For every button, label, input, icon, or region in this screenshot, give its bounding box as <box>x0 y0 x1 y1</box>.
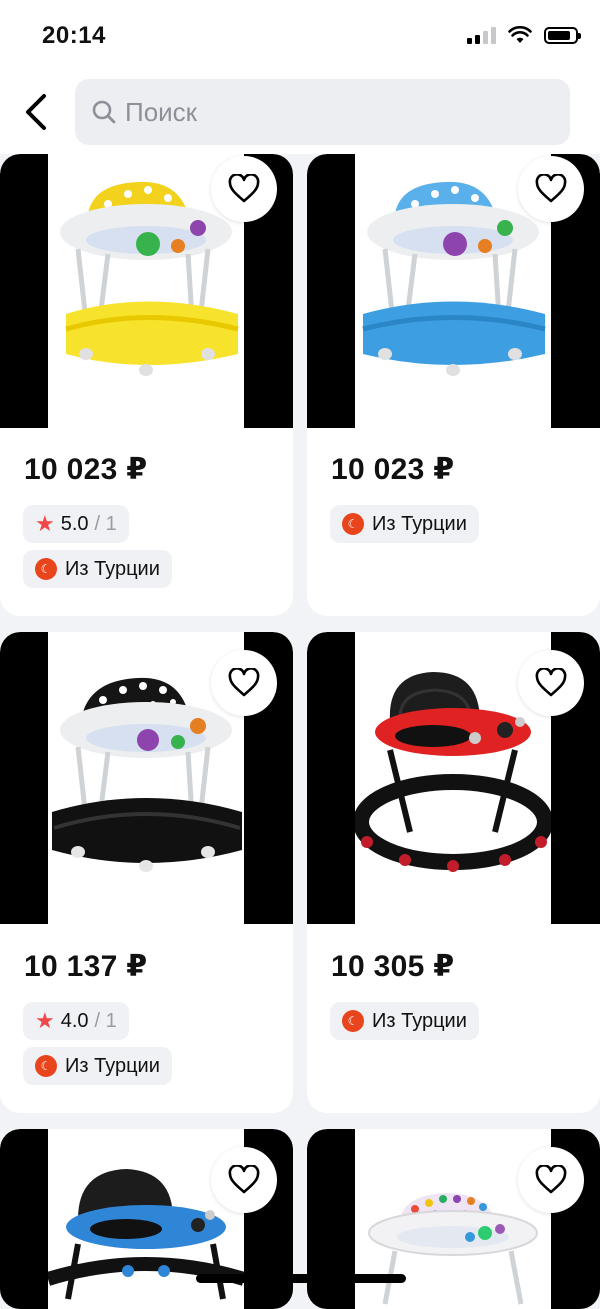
product-card[interactable]: 10 305 ₽ ☾ Из Турции <box>307 632 600 1113</box>
product-card[interactable]: 10 023 ₽ ★ 5.0 / 1 ☾ Из Турции <box>0 154 293 616</box>
product-card[interactable]: 10 023 ₽ ☾ Из Турции <box>307 154 600 616</box>
chevron-left-icon <box>26 94 46 130</box>
product-image[interactable] <box>0 632 293 924</box>
top-bar: Поиск <box>0 70 600 154</box>
favorite-button[interactable] <box>518 156 584 222</box>
review-count: / 1 <box>94 1009 117 1032</box>
origin-label: Из Турции <box>372 1009 467 1032</box>
review-count: / 1 <box>94 512 117 535</box>
rating-value: 4.0 <box>60 1009 89 1032</box>
origin-label: Из Турции <box>372 512 467 535</box>
home-indicator[interactable] <box>196 1274 406 1283</box>
heart-icon <box>535 668 567 697</box>
product-image[interactable] <box>0 154 293 428</box>
back-button[interactable] <box>14 90 58 134</box>
star-icon: ★ <box>35 1008 55 1033</box>
search-placeholder: Поиск <box>125 96 198 127</box>
product-price: 10 023 ₽ <box>331 453 455 486</box>
heart-icon <box>228 1165 260 1194</box>
origin-badge: ☾ Из Турции <box>330 505 479 543</box>
status-time: 20:14 <box>42 22 106 49</box>
star-icon: ★ <box>35 511 55 536</box>
rating-value: 5.0 <box>60 512 89 535</box>
search-icon <box>92 100 116 124</box>
status-bar: 20:14 <box>0 0 600 70</box>
origin-badge: ☾ Из Турции <box>23 1047 172 1085</box>
origin-label: Из Турции <box>65 557 160 580</box>
battery-icon <box>544 26 581 44</box>
product-image[interactable] <box>307 154 600 428</box>
wifi-icon <box>508 26 532 43</box>
favorite-button[interactable] <box>211 1147 277 1213</box>
signal-icon <box>467 26 496 44</box>
origin-label: Из Турции <box>65 1054 160 1077</box>
product-card[interactable]: 10 137 ₽ ★ 4.0 / 1 ☾ Из Турции <box>0 632 293 1113</box>
origin-badge: ☾ Из Турции <box>330 1002 479 1040</box>
rating-badge: ★ 4.0 / 1 <box>23 1002 129 1040</box>
turkey-flag-icon: ☾ <box>342 1010 364 1032</box>
turkey-flag-icon: ☾ <box>35 1055 57 1077</box>
product-price: 10 137 ₽ <box>24 950 148 983</box>
favorite-button[interactable] <box>518 650 584 716</box>
favorite-button[interactable] <box>518 1147 584 1213</box>
rating-badge: ★ 5.0 / 1 <box>23 505 129 543</box>
favorite-button[interactable] <box>211 650 277 716</box>
heart-icon <box>535 174 567 203</box>
product-price: 10 305 ₽ <box>331 950 455 983</box>
product-price: 10 023 ₽ <box>24 453 148 486</box>
heart-icon <box>228 174 260 203</box>
heart-icon <box>228 668 260 697</box>
search-input[interactable]: Поиск <box>75 79 570 145</box>
origin-badge: ☾ Из Турции <box>23 550 172 588</box>
turkey-flag-icon: ☾ <box>35 558 57 580</box>
status-icons <box>467 26 581 44</box>
heart-icon <box>535 1165 567 1194</box>
favorite-button[interactable] <box>211 156 277 222</box>
turkey-flag-icon: ☾ <box>342 513 364 535</box>
product-image[interactable] <box>307 632 600 924</box>
